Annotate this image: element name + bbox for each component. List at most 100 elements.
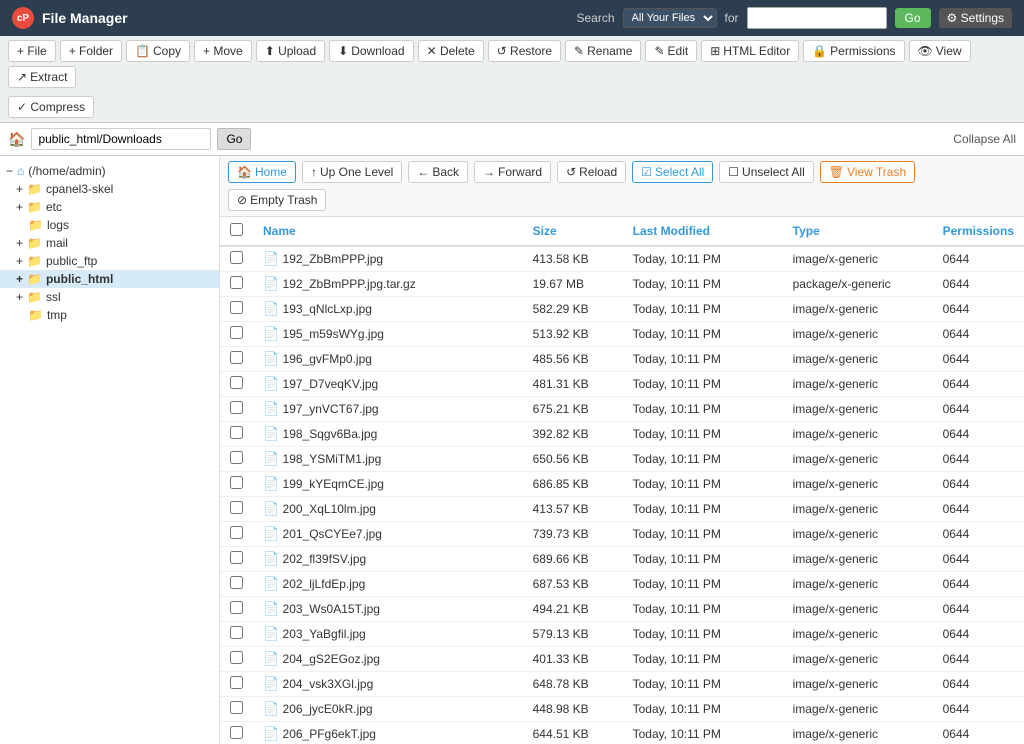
table-row[interactable]: 📄 198_YSMiTM1.jpg 650.56 KB Today, 10:11… <box>220 447 1024 472</box>
row-checkbox[interactable] <box>230 576 243 589</box>
tree-item-ssl[interactable]: + 📁 ssl <box>0 288 219 306</box>
copy-button[interactable]: 📋 Copy <box>126 40 190 62</box>
edit-button[interactable]: ✎ Edit <box>645 40 697 62</box>
row-checkbox[interactable] <box>230 626 243 639</box>
table-row[interactable]: 📄 193_qNlcLxp.jpg 582.29 KB Today, 10:11… <box>220 297 1024 322</box>
file-name-cell[interactable]: 📄 195_m59sWYg.jpg <box>253 322 523 347</box>
table-row[interactable]: 📄 202_ljLfdEp.jpg 687.53 KB Today, 10:11… <box>220 572 1024 597</box>
view-trash-button[interactable]: 🗑 View Trash <box>820 161 915 183</box>
home-button[interactable]: 🏠 🏠 Home Home <box>228 161 296 183</box>
tree-item-cpanel3-skel[interactable]: + 📁 cpanel3-skel <box>0 180 219 198</box>
delete-button[interactable]: ✕ Delete <box>418 40 484 62</box>
row-checkbox[interactable] <box>230 251 243 264</box>
row-checkbox[interactable] <box>230 551 243 564</box>
row-checkbox[interactable] <box>230 701 243 714</box>
download-button[interactable]: ⬇ Download <box>329 40 413 62</box>
file-name-cell[interactable]: 📄 202_fl39fSV.jpg <box>253 547 523 572</box>
file-name-cell[interactable]: 📄 196_gvFMp0.jpg <box>253 347 523 372</box>
row-checkbox[interactable] <box>230 426 243 439</box>
row-checkbox[interactable] <box>230 651 243 664</box>
row-checkbox-cell[interactable] <box>220 422 253 447</box>
file-name-cell[interactable]: 📄 197_D7veqKV.jpg <box>253 372 523 397</box>
row-checkbox[interactable] <box>230 476 243 489</box>
table-row[interactable]: 📄 204_gS2EGoz.jpg 401.33 KB Today, 10:11… <box>220 647 1024 672</box>
empty-trash-button[interactable]: ⊘ Empty Trash <box>228 189 326 211</box>
permissions-button[interactable]: 🔒 Permissions <box>803 40 904 62</box>
search-go-button[interactable]: Go <box>895 8 931 28</box>
file-name-cell[interactable]: 📄 200_XqL10lm.jpg <box>253 497 523 522</box>
tree-item-tmp[interactable]: 📁 tmp <box>0 306 219 324</box>
row-checkbox[interactable] <box>230 601 243 614</box>
search-scope-select[interactable]: All Your Files <box>623 8 717 28</box>
search-input[interactable] <box>747 7 887 29</box>
path-input[interactable] <box>31 128 211 150</box>
table-row[interactable]: 📄 192_ZbBmPPP.jpg 413.58 KB Today, 10:11… <box>220 246 1024 272</box>
new-file-button[interactable]: + File <box>8 40 56 62</box>
header-checkbox[interactable] <box>230 223 243 236</box>
row-checkbox-cell[interactable] <box>220 522 253 547</box>
table-row[interactable]: 📄 203_YaBgfil.jpg 579.13 KB Today, 10:11… <box>220 622 1024 647</box>
view-button[interactable]: 👁 View <box>909 40 971 62</box>
file-name-cell[interactable]: 📄 193_qNlcLxp.jpg <box>253 297 523 322</box>
compress-button[interactable]: ✓ Compress <box>8 96 94 118</box>
file-name-cell[interactable]: 📄 198_YSMiTM1.jpg <box>253 447 523 472</box>
file-name-cell[interactable]: 📄 201_QsCYEe7.jpg <box>253 522 523 547</box>
path-go-button[interactable]: Go <box>217 128 251 150</box>
reload-button[interactable]: ↺ Reload <box>557 161 626 183</box>
move-button[interactable]: + Move <box>194 40 252 62</box>
upload-button[interactable]: ⬆ Upload <box>256 40 325 62</box>
file-name-cell[interactable]: 📄 192_ZbBmPPP.jpg.tar.gz <box>253 272 523 297</box>
settings-button[interactable]: ⚙ Settings <box>939 8 1012 28</box>
row-checkbox-cell[interactable] <box>220 622 253 647</box>
row-checkbox-cell[interactable] <box>220 597 253 622</box>
row-checkbox-cell[interactable] <box>220 472 253 497</box>
collapse-all-button[interactable]: Collapse All <box>953 132 1016 146</box>
restore-button[interactable]: ↺ Restore <box>488 40 561 62</box>
col-perms-header[interactable]: Permissions <box>933 217 1024 246</box>
row-checkbox[interactable] <box>230 376 243 389</box>
table-row[interactable]: 📄 199_kYEqmCE.jpg 686.85 KB Today, 10:11… <box>220 472 1024 497</box>
file-name-cell[interactable]: 📄 202_ljLfdEp.jpg <box>253 572 523 597</box>
file-name-cell[interactable]: 📄 206_PFg6ekT.jpg <box>253 722 523 744</box>
table-row[interactable]: 📄 206_PFg6ekT.jpg 644.51 KB Today, 10:11… <box>220 722 1024 744</box>
row-checkbox-cell[interactable] <box>220 647 253 672</box>
row-checkbox-cell[interactable] <box>220 497 253 522</box>
table-row[interactable]: 📄 202_fl39fSV.jpg 689.66 KB Today, 10:11… <box>220 547 1024 572</box>
html-editor-button[interactable]: ⊞ HTML Editor <box>701 40 799 62</box>
table-row[interactable]: 📄 192_ZbBmPPP.jpg.tar.gz 19.67 MB Today,… <box>220 272 1024 297</box>
select-all-col[interactable] <box>220 217 253 246</box>
file-name-cell[interactable]: 📄 204_vsk3XGl.jpg <box>253 672 523 697</box>
row-checkbox-cell[interactable] <box>220 347 253 372</box>
up-one-level-button[interactable]: ↑ Up One Level <box>302 161 402 183</box>
table-row[interactable]: 📄 197_D7veqKV.jpg 481.31 KB Today, 10:11… <box>220 372 1024 397</box>
file-name-cell[interactable]: 📄 198_Sqgv6Ba.jpg <box>253 422 523 447</box>
file-name-cell[interactable]: 📄 203_Ws0A15T.jpg <box>253 597 523 622</box>
table-row[interactable]: 📄 198_Sqgv6Ba.jpg 392.82 KB Today, 10:11… <box>220 422 1024 447</box>
tree-item-logs[interactable]: 📁 logs <box>0 216 219 234</box>
row-checkbox-cell[interactable] <box>220 397 253 422</box>
file-name-cell[interactable]: 📄 199_kYEqmCE.jpg <box>253 472 523 497</box>
row-checkbox-cell[interactable] <box>220 547 253 572</box>
table-row[interactable]: 📄 195_m59sWYg.jpg 513.92 KB Today, 10:11… <box>220 322 1024 347</box>
file-name-cell[interactable]: 📄 192_ZbBmPPP.jpg <box>253 246 523 272</box>
row-checkbox[interactable] <box>230 326 243 339</box>
row-checkbox-cell[interactable] <box>220 246 253 272</box>
row-checkbox[interactable] <box>230 726 243 739</box>
col-size-header[interactable]: Size <box>523 217 623 246</box>
col-modified-header[interactable]: Last Modified <box>623 217 783 246</box>
row-checkbox-cell[interactable] <box>220 447 253 472</box>
tree-item-public-html[interactable]: + 📁 public_html <box>0 270 219 288</box>
row-checkbox[interactable] <box>230 301 243 314</box>
table-row[interactable]: 📄 196_gvFMp0.jpg 485.56 KB Today, 10:11 … <box>220 347 1024 372</box>
row-checkbox[interactable] <box>230 526 243 539</box>
tree-item-root[interactable]: − ⌂ (/home/admin) <box>0 162 219 180</box>
row-checkbox-cell[interactable] <box>220 322 253 347</box>
tree-item-etc[interactable]: + 📁 etc <box>0 198 219 216</box>
col-name-header[interactable]: Name <box>253 217 523 246</box>
row-checkbox[interactable] <box>230 501 243 514</box>
unselect-all-button[interactable]: ☐ Unselect All <box>719 161 813 183</box>
row-checkbox[interactable] <box>230 276 243 289</box>
table-row[interactable]: 📄 204_vsk3XGl.jpg 648.78 KB Today, 10:11… <box>220 672 1024 697</box>
row-checkbox-cell[interactable] <box>220 372 253 397</box>
new-folder-button[interactable]: + Folder <box>60 40 122 62</box>
